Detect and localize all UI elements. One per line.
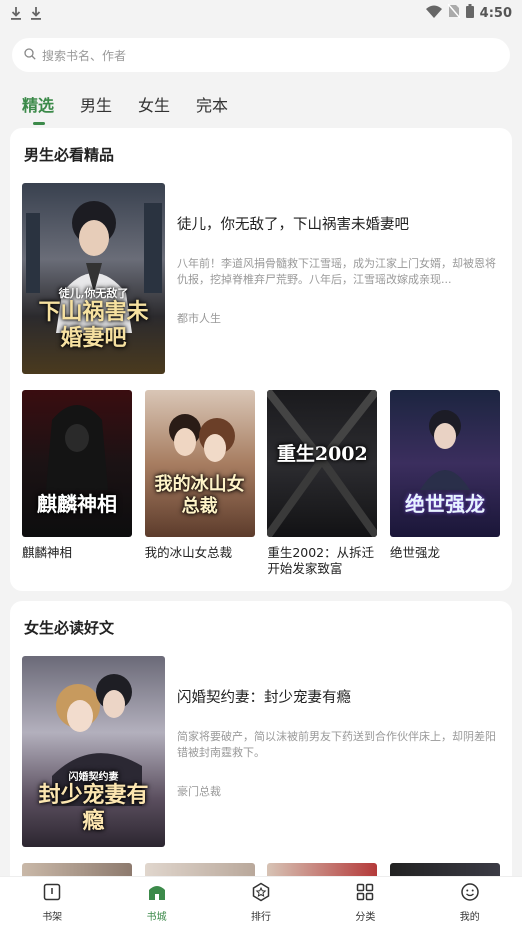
nav-label: 分类: [355, 912, 376, 923]
book-cover[interactable]: 麒麟神相: [22, 390, 132, 537]
search-placeholder: 搜索书名、作者: [42, 48, 127, 63]
profile-icon: [460, 882, 480, 905]
no-sim-icon: [447, 3, 461, 22]
section-female-picks: 女生必读好文 闪婚契约妻 封少宠妻有瘾 闪婚契约妻：封少宠妻有瘾 简家将要破产，…: [10, 601, 512, 897]
book-cover[interactable]: 闪婚契约妻 封少宠妻有瘾: [22, 656, 165, 847]
download-icon: [30, 6, 42, 20]
featured-book[interactable]: 闪婚契约妻 封少宠妻有瘾 闪婚契约妻：封少宠妻有瘾 简家将要破产，简以沫被前男友…: [22, 656, 500, 847]
book-cover[interactable]: 重生2002: [267, 390, 378, 537]
battery-icon: [465, 4, 474, 22]
cover-title: 我的冰山女总裁: [154, 474, 245, 517]
tab-male[interactable]: 男生: [80, 92, 112, 116]
book-genre: 豪门总裁: [177, 785, 221, 798]
book-grid: 麒麟神相 麒麟神相 我的冰山女总裁 我的冰山女总裁 重生2002 重生2002：…: [22, 390, 500, 577]
nav-ranking[interactable]: 排行: [231, 882, 291, 923]
nav-bookshelf[interactable]: 书架: [22, 882, 82, 923]
nav-bookstore[interactable]: 书城: [127, 882, 187, 923]
book-card[interactable]: 重生2002 重生2002：从拆迁开始发家致富: [267, 390, 378, 577]
book-card[interactable]: 我的冰山女总裁 我的冰山女总裁: [144, 390, 255, 577]
search-icon: [24, 47, 36, 63]
book-title[interactable]: 闪婚契约妻：封少宠妻有瘾: [177, 686, 500, 707]
bookstore-icon: [147, 882, 167, 905]
cover-title: 封少宠妻有瘾: [38, 782, 149, 834]
nav-label: 我的: [459, 912, 480, 923]
section-male-picks: 男生必看精品 徒儿,你无敌了 下山祸害未婚妻吧 徒儿，你无敌了，下山祸害未婚妻吧…: [10, 128, 512, 591]
nav-profile[interactable]: 我的: [440, 882, 500, 923]
section-title: 女生必读好文: [24, 619, 115, 637]
nav-label: 排行: [250, 912, 271, 923]
book-card[interactable]: 麒麟神相 麒麟神相: [22, 390, 132, 577]
cover-title: 绝世强龙: [404, 492, 485, 516]
search-input[interactable]: 搜索书名、作者: [12, 38, 510, 72]
cover-title: 重生2002: [276, 443, 368, 465]
nav-label: 书城: [146, 912, 167, 923]
tab-completed[interactable]: 完本: [196, 92, 228, 116]
book-card[interactable]: 绝世强龙 绝世强龙: [389, 390, 500, 577]
wifi-icon: [425, 5, 442, 22]
nav-label: 书架: [42, 912, 63, 923]
book-title[interactable]: 徒儿，你无敌了，下山祸害未婚妻吧: [177, 213, 500, 234]
book-genre: 都市人生: [177, 312, 221, 325]
cover-title: 麒麟神相: [37, 492, 117, 516]
book-cover[interactable]: 我的冰山女总裁: [144, 390, 255, 537]
cover-title: 下山祸害未婚妻吧: [38, 299, 149, 351]
status-time: 4:50: [479, 5, 512, 21]
book-title: 我的冰山女总裁: [144, 545, 233, 560]
book-description: 简家将要破产，简以沫被前男友下药送到合作伙伴床上，却阴差阳错被封南霆救下。: [177, 730, 496, 759]
category-tabs: 精选 男生 女生 完本: [0, 92, 522, 128]
cover-subtitle: 闪婚契约妻: [68, 772, 119, 783]
category-icon: [355, 882, 375, 905]
book-title: 麒麟神相: [22, 545, 73, 560]
book-cover[interactable]: 徒儿,你无敌了 下山祸害未婚妻吧: [22, 183, 165, 374]
book-title: 重生2002：从拆迁开始发家致富: [267, 545, 375, 576]
section-title: 男生必看精品: [24, 146, 115, 164]
tab-female[interactable]: 女生: [138, 92, 170, 116]
book-title: 绝世强龙: [389, 545, 440, 560]
download-icon: [10, 6, 22, 20]
featured-book[interactable]: 徒儿,你无敌了 下山祸害未婚妻吧 徒儿，你无敌了，下山祸害未婚妻吧 八年前！李道…: [22, 183, 500, 374]
book-description: 八年前！李道风捐骨髓救下江雪瑶，成为江家上门女婿，却被恩将仇报，挖掉脊椎弃尸荒野…: [177, 257, 496, 286]
book-cover[interactable]: 绝世强龙: [389, 390, 500, 537]
ranking-icon: [251, 882, 271, 905]
tab-featured[interactable]: 精选: [22, 92, 54, 125]
bottom-navigation: 书架 书城 排行 分类 我的: [0, 876, 522, 928]
nav-category[interactable]: 分类: [335, 882, 395, 923]
status-bar: 4:50: [0, 0, 522, 26]
bookshelf-icon: [42, 882, 62, 905]
